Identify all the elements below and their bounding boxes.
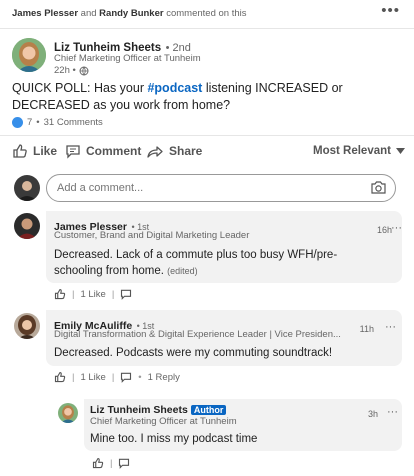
- divider: [0, 135, 414, 136]
- thumbs-up-icon[interactable]: [54, 371, 66, 383]
- context-user-1[interactable]: James Plesser: [12, 8, 78, 19]
- reply-social-bar: |: [92, 457, 130, 469]
- reply-count[interactable]: 1 Reply: [148, 372, 180, 383]
- thumbs-up-icon[interactable]: [92, 457, 104, 469]
- comment-bubble: Emily McAuliffe • 1st Digital Transforma…: [46, 310, 402, 366]
- context-user-2[interactable]: Randy Bunker: [99, 8, 163, 19]
- like-count[interactable]: 1 Like: [80, 372, 105, 383]
- comment-more-icon[interactable]: ···: [391, 222, 402, 234]
- post-author-avatar[interactable]: [12, 38, 46, 72]
- reply-icon[interactable]: [118, 457, 130, 469]
- comment-more-icon[interactable]: ···: [385, 321, 396, 333]
- social-counts: 7 • 31 Comments: [12, 117, 103, 128]
- hashtag-link[interactable]: #podcast: [147, 81, 202, 95]
- reply-text: Mine too. I miss my podcast time: [90, 433, 258, 445]
- reaction-count[interactable]: 7: [27, 117, 32, 128]
- comment-social-bar: | 1 Like | • 1 Reply: [54, 371, 180, 383]
- like-button[interactable]: Like: [12, 143, 57, 159]
- comment-text: Decreased. Lack of a commute plus too bu…: [54, 249, 338, 277]
- activity-context: James Plesser and Randy Bunker commented…: [12, 8, 247, 19]
- divider: [0, 28, 414, 29]
- reply-author-headline: Chief Marketing Officer at Tunheim: [90, 416, 237, 427]
- reply-author-avatar[interactable]: [58, 403, 78, 423]
- share-button[interactable]: Share: [146, 143, 202, 159]
- sort-dropdown[interactable]: Most Relevant: [313, 145, 405, 157]
- commenter-avatar[interactable]: [14, 313, 40, 339]
- comment-author-headline: Customer, Brand and Digital Marketing Le…: [54, 230, 250, 241]
- comment-timestamp: 16h: [376, 225, 392, 235]
- post-timestamp: 22h •: [54, 65, 76, 76]
- comment-text: Decreased. Podcasts were my commuting so…: [54, 347, 333, 359]
- comment-box[interactable]: [46, 174, 396, 202]
- reply-icon[interactable]: [120, 371, 132, 383]
- post-text: QUICK POLL: Has your #podcast listening …: [12, 81, 343, 112]
- commenter-avatar[interactable]: [14, 213, 40, 239]
- reply-bubble: Liz Tunheim Sheets Author Chief Marketin…: [84, 399, 402, 451]
- reply-more-icon[interactable]: ···: [387, 406, 398, 418]
- reply-icon[interactable]: [120, 288, 132, 300]
- caret-down-icon: [395, 148, 405, 154]
- comment-button[interactable]: Comment: [65, 143, 141, 159]
- comment-input[interactable]: [55, 181, 359, 195]
- comment-author-headline: Digital Transformation & Digital Experie…: [54, 329, 341, 340]
- thumbs-up-icon[interactable]: [54, 288, 66, 300]
- thumbs-up-icon: [12, 143, 28, 159]
- comments-count[interactable]: 31 Comments: [44, 117, 103, 128]
- current-user-avatar: [14, 175, 40, 201]
- globe-icon: [79, 66, 89, 76]
- more-horizontal-icon[interactable]: •••: [381, 2, 400, 19]
- reply-timestamp: 3h: [367, 409, 378, 419]
- comment-social-bar: | 1 Like |: [54, 288, 132, 300]
- comment-bubble: James Plesser • 1st Customer, Brand and …: [46, 211, 402, 283]
- reply-author-name[interactable]: Liz Tunheim Sheets: [90, 404, 188, 416]
- like-count[interactable]: 1 Like: [80, 289, 105, 300]
- camera-icon[interactable]: [371, 181, 386, 194]
- like-reaction-icon: [12, 117, 23, 128]
- comment-timestamp: 11h: [359, 324, 374, 334]
- post-author-headline: Chief Marketing Officer at Tunheim: [54, 53, 201, 64]
- author-badge: Author: [190, 405, 227, 415]
- share-icon: [146, 143, 164, 159]
- comment-icon: [65, 143, 81, 159]
